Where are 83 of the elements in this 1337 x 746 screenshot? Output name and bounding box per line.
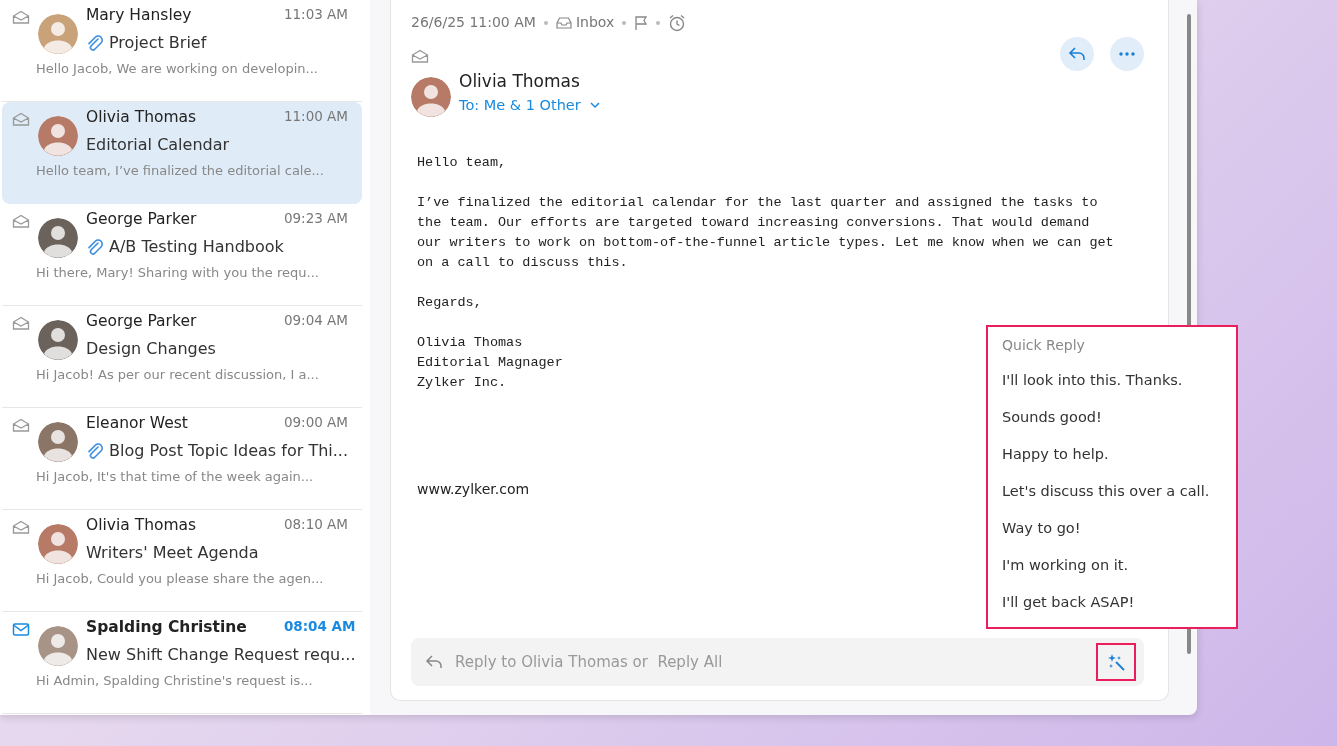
mail-date: 26/6/25 11:00 AM xyxy=(411,13,536,32)
sender-name: Eleanor West xyxy=(86,413,188,434)
mail-subject: New Shift Change Request requ... xyxy=(86,644,356,667)
quick-reply-option[interactable]: I'll look into this. Thanks. xyxy=(1002,362,1183,399)
sender-name: George Parker xyxy=(86,311,197,332)
flag-icon[interactable] xyxy=(634,14,649,31)
quick-reply-option[interactable]: I'll get back ASAP! xyxy=(1002,584,1135,621)
sender-name: Mary Hansley xyxy=(86,5,192,26)
reply-button[interactable] xyxy=(1060,37,1094,71)
sender-name: Olivia Thomas xyxy=(459,70,581,93)
paperclip-icon xyxy=(86,238,103,256)
quick-reply-option[interactable]: Way to go! xyxy=(1002,510,1081,547)
mail-time: 08:04 AM xyxy=(283,617,356,636)
avatar xyxy=(38,320,78,360)
mail-paragraph: I’ve finalized the editorial calendar for the last quarter and assigned the tasks to the team. Our efforts are targeted toward increasing conversions. That would demand our writers to work on bottom-of-the-funnel article types. Let me know when we can get on a call to discuss this. xyxy=(417,194,1115,272)
mail-subject: Design Changes xyxy=(86,338,216,361)
mail-subject: Blog Post Topic Ideas for Thi... xyxy=(109,440,348,463)
avatar xyxy=(411,77,451,117)
alarm-clock-icon[interactable] xyxy=(668,13,687,32)
mail-list-item[interactable]: Olivia Thomas 11:00 AM Editorial Calendar Hello team, I’ve finalized the editorial cale... xyxy=(2,102,362,204)
avatar xyxy=(38,116,78,156)
mail-preview: Hi Jacob! As per our recent discussion, I a... xyxy=(36,366,320,385)
mail-subject: A/B Testing Handbook xyxy=(109,236,284,259)
menu-heading: Quick Reply xyxy=(1002,336,1086,355)
sender-name: Olivia Thomas xyxy=(86,107,197,128)
mail-preview: Hi Jacob, It's that time of the week again... xyxy=(36,468,315,487)
open-envelope-icon xyxy=(12,316,30,330)
chevron-down-icon xyxy=(588,101,601,110)
mail-time: 09:00 AM xyxy=(283,413,348,432)
mail-paragraph: Olivia Thomas Editorial Magnager Zylker Inc. xyxy=(417,334,563,392)
open-envelope-icon xyxy=(411,49,429,63)
mail-preview: Hi there, Mary! Sharing with you the requ... xyxy=(36,264,320,283)
mail-time: 08:10 AM xyxy=(283,515,348,534)
reply-input[interactable]: Reply to Olivia Thomas or Reply All xyxy=(453,649,1086,675)
sender-name: Spalding Christine xyxy=(86,617,247,638)
mail-list-item[interactable]: Olivia Thomas 08:10 AM Writers' Meet Agenda Hi Jacob, Could you please share the agen... xyxy=(2,510,362,612)
website-link[interactable]: www.zylker.com xyxy=(417,479,530,499)
quick-reply-option[interactable]: Happy to help. xyxy=(1002,436,1109,473)
avatar xyxy=(38,422,78,462)
reply-icon xyxy=(425,653,443,671)
reply-field[interactable]: Reply to Olivia Thomas or Reply All xyxy=(411,638,1144,686)
mail-preview: Hello team, I’ve finalized the editorial cale... xyxy=(36,162,325,181)
mail-paragraph: Hello team, xyxy=(417,154,507,172)
more-icon xyxy=(1118,51,1136,57)
folder-label: Inbox xyxy=(575,13,615,32)
recipients-link[interactable]: To: Me & 1 Other xyxy=(459,94,601,117)
mail-time: 11:00 AM xyxy=(283,107,348,126)
mail-time: 09:04 AM xyxy=(283,311,348,330)
mail-paragraph: Regards, xyxy=(417,294,482,312)
avatar xyxy=(38,524,78,564)
mail-subject: Project Brief xyxy=(109,32,207,55)
open-envelope-icon xyxy=(12,418,30,432)
open-envelope-icon xyxy=(12,10,30,24)
sender-name: Olivia Thomas xyxy=(86,515,197,536)
quick-reply-option[interactable]: I'm working on it. xyxy=(1002,547,1129,584)
mail-preview: Hi Admin, Spalding Christine's request is... xyxy=(36,672,314,691)
mail-time: 11:03 AM xyxy=(283,5,348,24)
mail-list-item[interactable]: Eleanor West 09:00 AM Blog Post Topic Ideas for Thi... Hi Jacob, It's that time of the week again... xyxy=(2,408,362,510)
mail-subject: Writers' Meet Agenda xyxy=(86,542,259,565)
mail-list-item[interactable]: George Parker 09:04 AM Design Changes Hi Jacob! As per our recent discussion, I a... xyxy=(2,306,362,408)
closed-envelope-icon xyxy=(12,622,30,636)
open-envelope-icon xyxy=(12,214,30,228)
avatar xyxy=(38,14,78,54)
quick-reply-option[interactable]: Sounds good! xyxy=(1002,399,1102,436)
quick-reply-option[interactable]: Let's discuss this over a call. xyxy=(1002,473,1210,510)
mail-subject: Editorial Calendar xyxy=(86,134,230,157)
sender-name: George Parker xyxy=(86,209,197,230)
mail-list-item[interactable]: Spalding Christine 08:04 AM New Shift Change Request requ... Hi Admin, Spalding Christine's request is... xyxy=(2,612,362,714)
avatar xyxy=(38,218,78,258)
avatar xyxy=(38,626,78,666)
open-envelope-icon xyxy=(12,520,30,534)
paperclip-icon xyxy=(86,34,103,52)
more-options-button[interactable] xyxy=(1110,37,1144,71)
reply-icon xyxy=(1068,45,1086,63)
mail-preview: Hello Jacob, We are working on developin... xyxy=(36,60,319,79)
open-envelope-icon xyxy=(12,112,30,126)
paperclip-icon xyxy=(86,442,103,460)
inbox-icon xyxy=(555,15,572,30)
mail-time: 09:23 AM xyxy=(283,209,348,228)
sparkle-wand-icon xyxy=(1107,653,1125,671)
mail-list-item[interactable]: George Parker 09:23 AM A/B Testing Handbook Hi there, Mary! Sharing with you the requ... xyxy=(2,204,362,306)
magic-wand-button[interactable] xyxy=(1096,643,1136,681)
mail-preview: Hi Jacob, Could you please share the agen... xyxy=(36,570,325,589)
